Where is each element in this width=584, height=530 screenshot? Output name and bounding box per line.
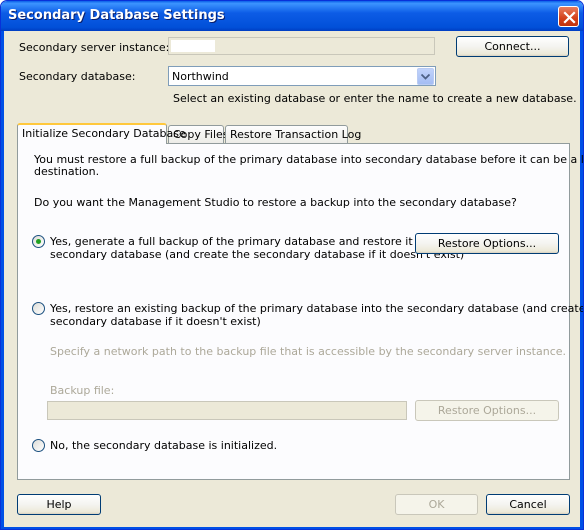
dropdown-button[interactable] (417, 68, 434, 85)
chevron-down-icon (421, 74, 430, 80)
connect-button[interactable]: Connect... (456, 36, 569, 57)
radio-generate-backup[interactable] (32, 235, 45, 248)
close-button[interactable] (558, 6, 579, 27)
option-generate-backup-line2[interactable]: secondary database (and create the secon… (50, 248, 464, 261)
title-bar[interactable]: Secondary Database Settings (1, 1, 583, 31)
dialog-window: Secondary Database Settings Secondary se… (0, 0, 584, 530)
backup-file-label: Backup file: (50, 384, 115, 397)
help-button[interactable]: Help (17, 494, 101, 515)
network-path-hint: Specify a network path to the backup fil… (50, 345, 567, 358)
tab-initialize-secondary-database[interactable]: Initialize Secondary Database (17, 123, 186, 144)
server-instance-label: Secondary server instance: (19, 41, 170, 54)
option-restore-existing-line2[interactable]: secondary database if it doesn't exist) (50, 315, 261, 328)
option-restore-existing-line1[interactable]: Yes, restore an existing backup of the p… (50, 302, 583, 315)
secondary-database-label: Secondary database: (19, 70, 136, 83)
secondary-database-combo[interactable]: Northwind (168, 66, 436, 86)
database-hint: Select an existing database or enter the… (173, 92, 577, 105)
restore-options-button-disabled[interactable]: Restore Options... (415, 400, 559, 421)
restore-options-button[interactable]: Restore Options... (415, 233, 559, 254)
restore-question: Do you want the Management Studio to res… (34, 196, 517, 209)
close-icon (563, 11, 576, 24)
window-title: Secondary Database Settings (8, 8, 225, 23)
intro-text-line2: destination. (34, 165, 100, 178)
window-frame-right (580, 31, 583, 529)
radio-selected-dot (36, 239, 41, 244)
radio-already-initialized[interactable] (32, 439, 45, 452)
intro-text-line1: You must restore a full backup of the pr… (34, 153, 584, 166)
option-already-initialized[interactable]: No, the secondary database is initialize… (50, 439, 277, 452)
secondary-database-value: Northwind (172, 70, 229, 83)
tab-restore-transaction-log[interactable]: Restore Transaction Log (225, 125, 361, 144)
option-generate-backup-line1[interactable]: Yes, generate a full backup of the prima… (50, 235, 459, 248)
radio-restore-existing-backup[interactable] (32, 302, 45, 315)
backup-file-field[interactable] (47, 401, 407, 420)
window-frame-left (1, 31, 4, 529)
server-instance-field[interactable] (168, 37, 435, 55)
server-instance-value (171, 40, 215, 52)
ok-button[interactable]: OK (395, 494, 478, 515)
cancel-button[interactable]: Cancel (486, 494, 570, 515)
tab-panel: You must restore a full backup of the pr… (17, 143, 583, 480)
